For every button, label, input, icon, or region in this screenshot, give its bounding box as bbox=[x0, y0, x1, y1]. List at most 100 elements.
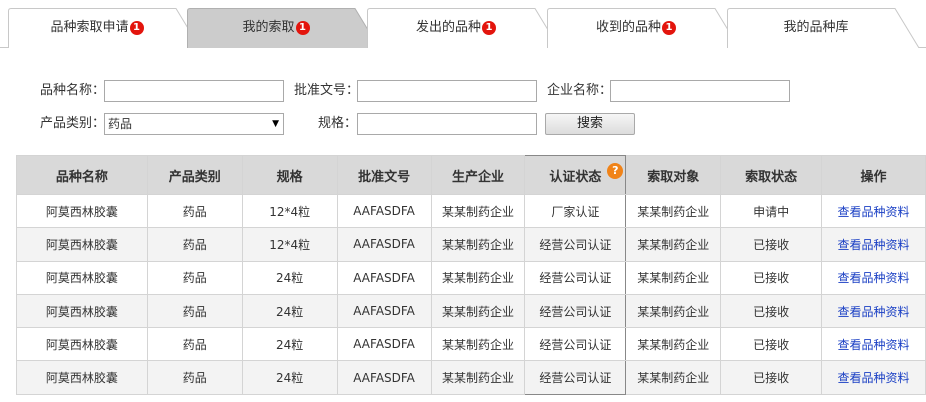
search-button[interactable]: 搜索 bbox=[545, 113, 635, 135]
cell-text: 某某制药企业 bbox=[637, 337, 710, 352]
variety-name-input[interactable] bbox=[104, 80, 284, 102]
column-header-text: 操作 bbox=[860, 169, 887, 185]
table-cell: 经营公司认证 bbox=[524, 327, 627, 362]
cell-text: 某某制药企业 bbox=[441, 271, 514, 286]
action-cell: 查看品种资料 bbox=[821, 193, 926, 229]
column-header: 产品类别 bbox=[146, 155, 243, 195]
table-cell: 阿莫西林胶囊 bbox=[16, 193, 148, 229]
table-row: 阿莫西林胶囊 药品 24粒 AAFASDFA 某某制药企业 经营公司认证 某某制药企业 已接收… bbox=[16, 360, 926, 395]
variety-name-label: 品种名称： bbox=[40, 83, 106, 98]
table-row: 阿莫西林胶囊 药品 24粒 AAFASDFA 某某制药企业 经营公司认证 某某制药企业 已接收… bbox=[16, 327, 926, 362]
cell-text: 药品 bbox=[182, 271, 207, 286]
approval-no-label: 批准文号： bbox=[294, 83, 360, 98]
cell-text: 24粒 bbox=[276, 337, 304, 352]
table-cell: 药品 bbox=[146, 327, 243, 362]
table-cell: 已接收 bbox=[720, 227, 823, 262]
table-cell: 药品 bbox=[146, 260, 243, 295]
table-body: 阿莫西林胶囊 药品 12*4粒 AAFASDFA 某某制药企业 厂家认证 某某制药企业 申请中… bbox=[16, 193, 926, 395]
column-header-text: 产品类别 bbox=[168, 169, 221, 185]
table-cell: 某某制药企业 bbox=[430, 227, 526, 262]
action-cell: 查看品种资料 bbox=[821, 227, 926, 262]
table-cell: 药品 bbox=[146, 293, 243, 329]
table-cell: 某某制药企业 bbox=[625, 293, 722, 329]
column-header: 索取状态 bbox=[720, 155, 823, 195]
table-cell: 阿莫西林胶囊 bbox=[16, 327, 148, 362]
company-name-input[interactable] bbox=[610, 80, 790, 102]
cell-text: 经营公司认证 bbox=[539, 237, 612, 252]
column-header-text: 规格 bbox=[276, 169, 303, 185]
cell-text: 药品 bbox=[182, 371, 207, 386]
cell-text: 某某制药企业 bbox=[637, 237, 710, 252]
tab-2[interactable]: 我的索取 1 bbox=[187, 8, 382, 48]
category-label: 产品类别： bbox=[40, 116, 106, 131]
cell-text: 申请中 bbox=[753, 204, 790, 219]
cell-text: 24粒 bbox=[276, 304, 304, 319]
cell-text: 经营公司认证 bbox=[539, 271, 612, 286]
view-variety-link[interactable]: 查看品种资料 bbox=[838, 371, 910, 385]
table-cell: 24粒 bbox=[241, 360, 338, 395]
cell-text: 药品 bbox=[182, 337, 207, 352]
table-cell: 阿莫西林胶囊 bbox=[16, 293, 148, 329]
action-cell: 查看品种资料 bbox=[821, 260, 926, 295]
approval-no-input[interactable] bbox=[357, 80, 537, 102]
category-select-value: 药品 bbox=[108, 117, 133, 131]
view-variety-link[interactable]: 查看品种资料 bbox=[838, 305, 910, 319]
table-cell: AAFASDFA bbox=[336, 227, 432, 262]
table-cell: 24粒 bbox=[241, 260, 338, 295]
column-header-text: 认证状态 bbox=[549, 169, 602, 185]
help-icon[interactable]: ? bbox=[607, 163, 624, 179]
table-cell: AAFASDFA bbox=[336, 193, 432, 229]
view-variety-link[interactable]: 查看品种资料 bbox=[838, 338, 910, 352]
tab-label-text: 我的索取 bbox=[242, 20, 295, 35]
spec-input[interactable] bbox=[357, 113, 537, 135]
cell-text: 某某制药企业 bbox=[441, 304, 514, 319]
cell-text: 某某制药企业 bbox=[637, 271, 710, 286]
notification-badge: 1 bbox=[129, 21, 144, 35]
table-header-row: 品种名称 产品类别 规格 批准文号 生产企业 认证状态? 索取对象 索取状态 操作 bbox=[16, 155, 926, 195]
tab-label: 我的索取 1 bbox=[187, 8, 365, 48]
cell-text: AAFASDFA bbox=[353, 237, 415, 252]
table-cell: 经营公司认证 bbox=[524, 293, 627, 329]
tab-3[interactable]: 发出的品种 1 bbox=[367, 8, 562, 48]
column-header-text: 生产企业 bbox=[451, 169, 504, 185]
cell-text: 药品 bbox=[182, 304, 207, 319]
cell-text: 药品 bbox=[182, 237, 207, 252]
tab-5[interactable]: 我的品种库 bbox=[727, 8, 922, 48]
tab-4[interactable]: 收到的品种 1 bbox=[547, 8, 742, 48]
table-cell: 12*4粒 bbox=[241, 193, 338, 229]
view-variety-link[interactable]: 查看品种资料 bbox=[838, 205, 910, 219]
table-cell: 某某制药企业 bbox=[430, 193, 526, 229]
cell-text: 已接收 bbox=[753, 304, 790, 319]
cell-text: 药品 bbox=[182, 204, 207, 219]
table-cell: AAFASDFA bbox=[336, 360, 432, 395]
table-cell: 某某制药企业 bbox=[625, 327, 722, 362]
cell-text: 经营公司认证 bbox=[539, 371, 612, 386]
table-cell: 某某制药企业 bbox=[625, 260, 722, 295]
column-header-text: 品种名称 bbox=[55, 169, 108, 185]
table-row: 阿莫西林胶囊 药品 24粒 AAFASDFA 某某制药企业 经营公司认证 某某制药企业 已接收… bbox=[16, 293, 926, 329]
category-select[interactable]: 药品 ▼ bbox=[104, 113, 284, 135]
action-cell: 查看品种资料 bbox=[821, 360, 926, 395]
cell-text: AAFASDFA bbox=[353, 370, 415, 385]
spec-label: 规格： bbox=[318, 116, 358, 131]
cell-text: 经营公司认证 bbox=[539, 337, 612, 352]
action-cell: 查看品种资料 bbox=[821, 327, 926, 362]
view-variety-link[interactable]: 查看品种资料 bbox=[838, 271, 910, 285]
table-cell: 药品 bbox=[146, 360, 243, 395]
cell-text: 某某制药企业 bbox=[441, 371, 514, 386]
tab-1[interactable]: 品种索取申请 1 bbox=[8, 8, 203, 48]
tab-label: 发出的品种 1 bbox=[367, 8, 545, 48]
column-header-text: 批准文号 bbox=[358, 169, 411, 185]
cell-text: 12*4粒 bbox=[269, 204, 311, 219]
cell-text: 24粒 bbox=[276, 371, 304, 386]
table-cell: 已接收 bbox=[720, 260, 823, 295]
table-cell: 某某制药企业 bbox=[625, 360, 722, 395]
table-row: 阿莫西林胶囊 药品 12*4粒 AAFASDFA 某某制药企业 经营公司认证 某某制药企业 已… bbox=[16, 227, 926, 262]
table-cell: 某某制药企业 bbox=[430, 293, 526, 329]
table-cell: AAFASDFA bbox=[336, 327, 432, 362]
cell-text: AAFASDFA bbox=[353, 270, 415, 285]
table-cell: 某某制药企业 bbox=[430, 327, 526, 362]
tab-label: 收到的品种 1 bbox=[547, 8, 725, 48]
view-variety-link[interactable]: 查看品种资料 bbox=[838, 238, 910, 252]
column-header-text: 索取状态 bbox=[745, 169, 798, 185]
